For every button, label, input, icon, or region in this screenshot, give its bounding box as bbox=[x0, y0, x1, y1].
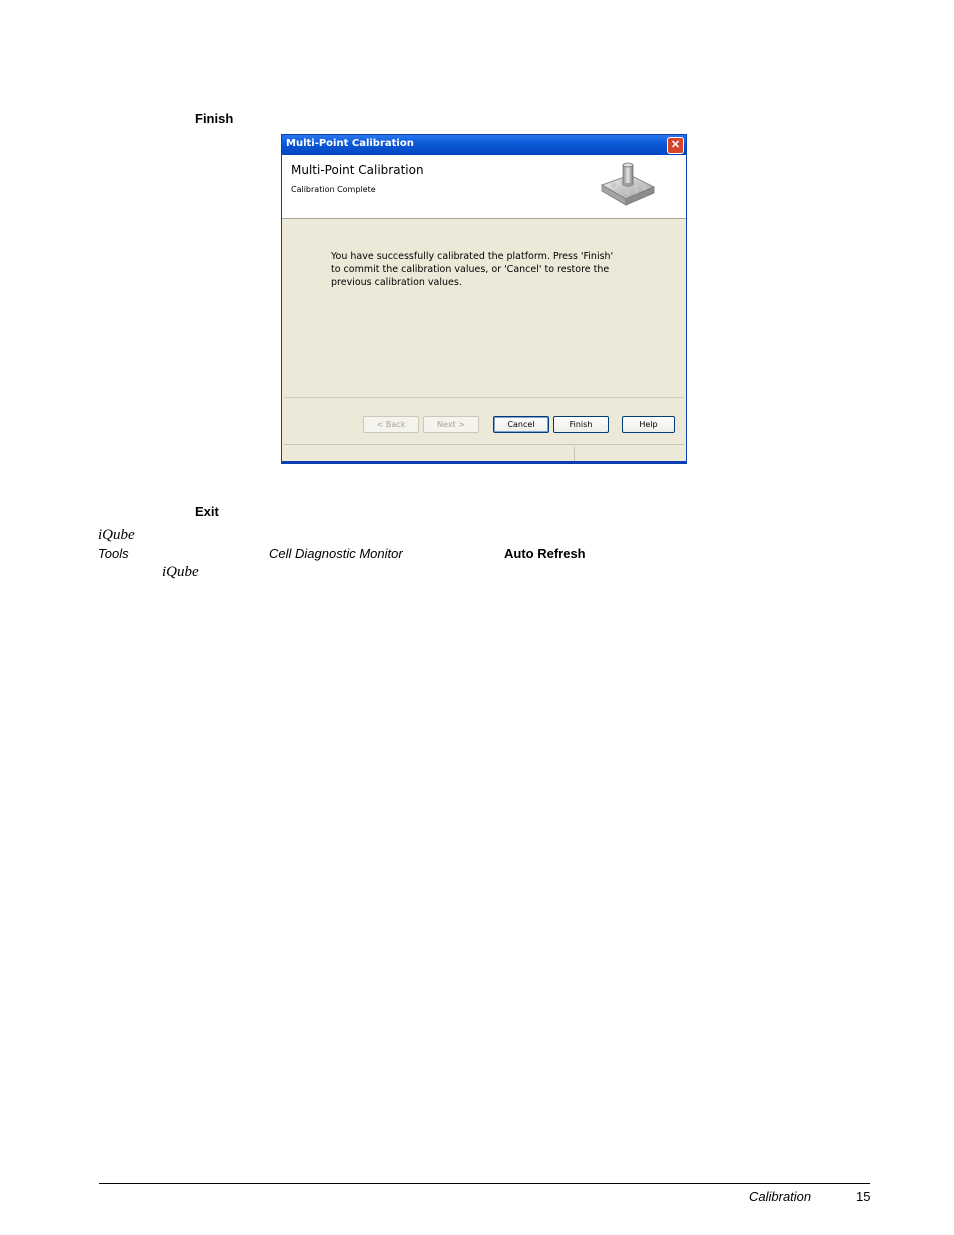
close-icon[interactable]: ✕ bbox=[667, 137, 684, 154]
finish-keyword: Finish bbox=[195, 111, 234, 126]
platform-icon bbox=[600, 162, 656, 206]
help-button[interactable]: Help bbox=[622, 416, 675, 433]
wizard-header-subtitle: Calibration Complete bbox=[291, 185, 376, 194]
wizard-header-title: Multi-Point Calibration bbox=[291, 163, 424, 177]
window-border bbox=[282, 461, 686, 463]
dialog-titlebar: Multi-Point Calibration ✕ bbox=[282, 135, 686, 155]
message-line: to commit the calibration values, or 'Ca… bbox=[331, 264, 610, 275]
back-button[interactable]: < Back bbox=[363, 416, 419, 433]
next-button[interactable]: Next > bbox=[423, 416, 479, 433]
tools-term: Tools bbox=[98, 546, 129, 561]
footer-rule bbox=[99, 1183, 870, 1184]
exit-keyword: Exit bbox=[195, 504, 219, 519]
divider bbox=[284, 397, 684, 398]
dialog-window-title: Multi-Point Calibration bbox=[286, 138, 414, 149]
cancel-button[interactable]: Cancel bbox=[493, 416, 549, 433]
calibration-dialog: Multi-Point Calibration ✕ Multi-Point Ca… bbox=[281, 134, 687, 464]
cell-diagnostic-monitor-term: Cell Diagnostic Monitor bbox=[269, 546, 403, 561]
calibration-message: You have successfully calibrated the pla… bbox=[331, 250, 631, 289]
footer-section: Calibration bbox=[749, 1189, 812, 1204]
message-line: previous calibration values. bbox=[331, 277, 462, 288]
message-line: You have successfully calibrated the pla… bbox=[331, 251, 614, 262]
status-divider bbox=[574, 447, 575, 461]
finish-button[interactable]: Finish bbox=[553, 416, 609, 433]
auto-refresh-term: Auto Refresh bbox=[504, 546, 586, 561]
iqube-term: iQube bbox=[98, 527, 135, 543]
wizard-header: Multi-Point Calibration Calibration Comp… bbox=[282, 155, 686, 219]
iqube-term: iQube bbox=[162, 564, 199, 580]
page-number: 15 bbox=[856, 1189, 871, 1204]
